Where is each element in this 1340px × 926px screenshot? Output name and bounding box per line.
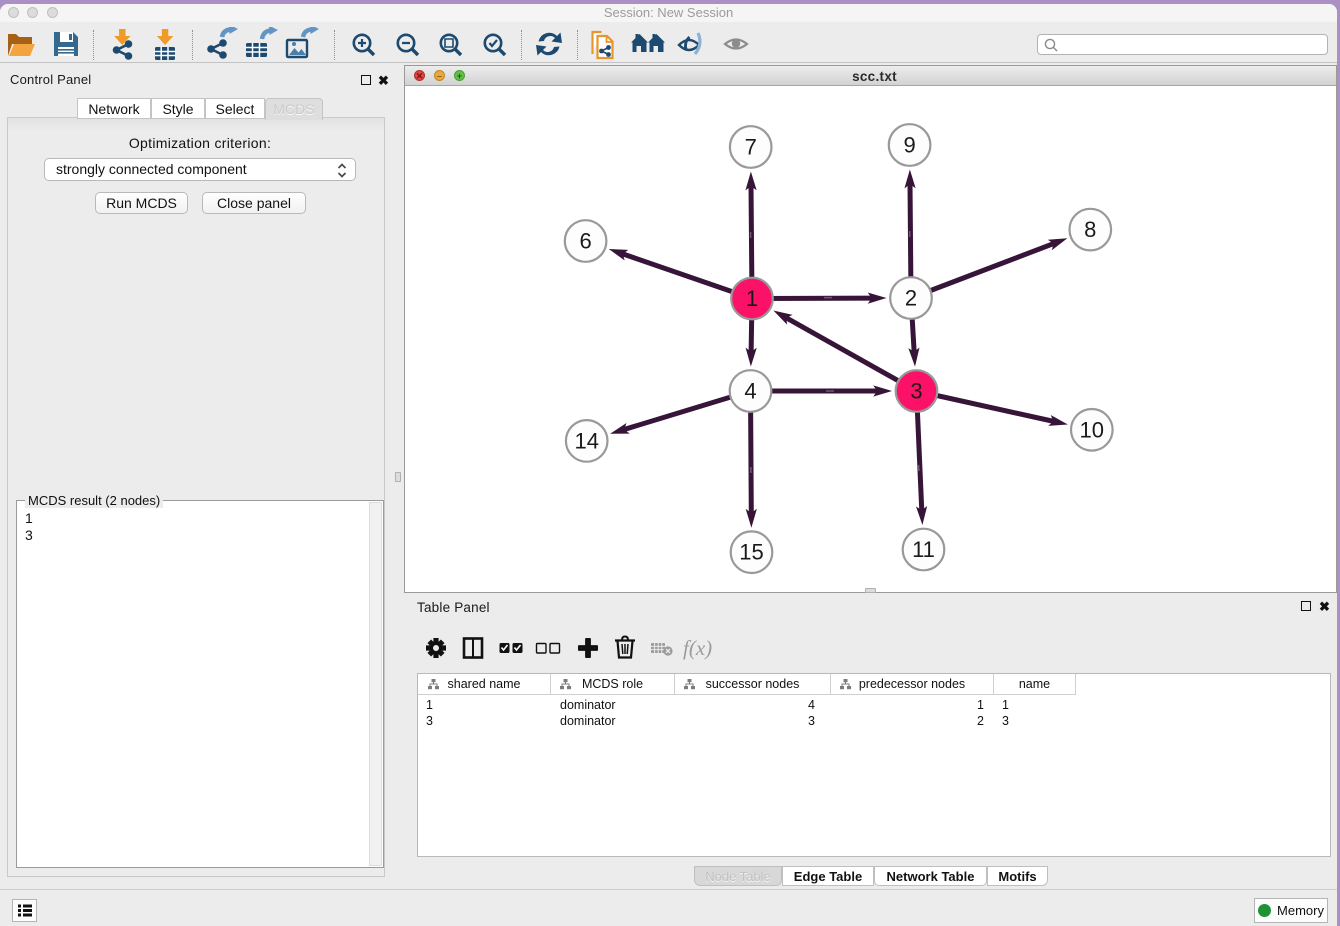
svg-text:6: 6 (579, 229, 591, 254)
svg-text:15: 15 (739, 540, 763, 565)
svg-text:4: 4 (744, 379, 756, 404)
svg-text:8: 8 (1084, 217, 1096, 242)
svg-text:10: 10 (1080, 417, 1104, 442)
svg-text:f(x): f(x) (683, 636, 712, 660)
svg-text:11: 11 (912, 537, 935, 562)
svg-text:14: 14 (574, 428, 598, 453)
svg-text:2: 2 (905, 286, 917, 311)
svg-text:7: 7 (745, 135, 757, 160)
svg-text:1: 1 (746, 286, 758, 311)
svg-text:3: 3 (910, 379, 922, 404)
svg-text:9: 9 (903, 133, 915, 158)
